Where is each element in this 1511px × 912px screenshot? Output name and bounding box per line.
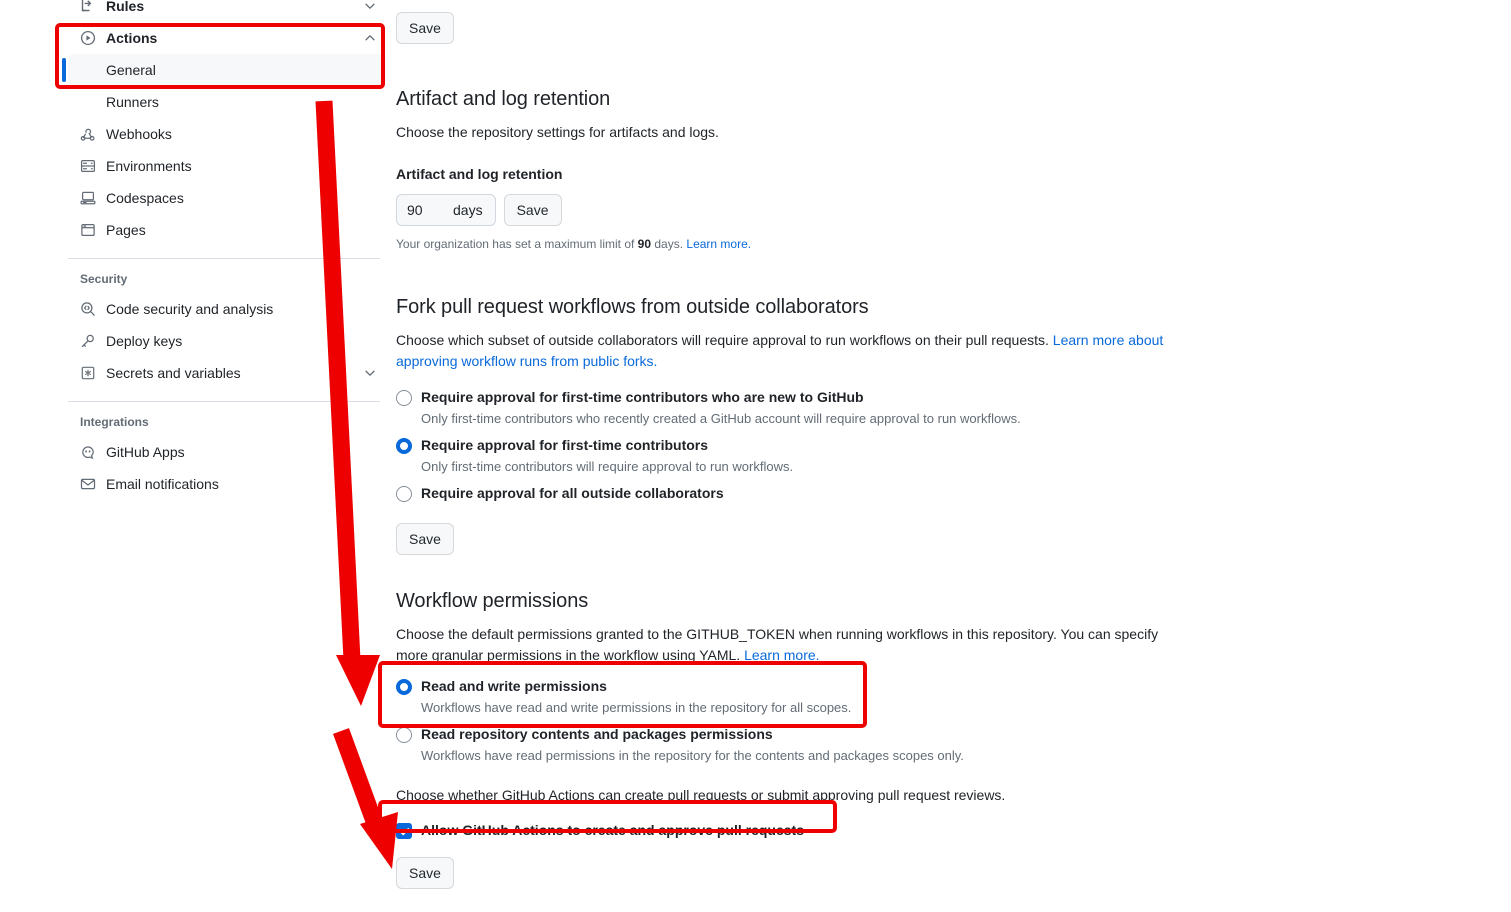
sidebar-item-pages[interactable]: Pages [68,214,386,246]
checkbox-input[interactable] [396,822,412,839]
artifact-retention-unit-label: days [453,202,483,218]
artifact-retention-input-group[interactable]: days [396,194,496,226]
sidebar-item-label: Email notifications [106,476,219,492]
section-description-fork-pr-workflows: Choose which subset of outside collabora… [396,330,1166,372]
radio-option-first-time-contributors[interactable]: Require approval for first-time contribu… [396,435,1186,456]
sidebar-item-github-apps[interactable]: GitHub Apps [68,436,386,468]
sidebar-item-label: Rules [106,0,145,14]
save-button-artifact-retention[interactable]: Save [503,194,562,226]
hint-prefix: Your organization has set a maximum limi… [396,237,638,251]
browser-icon [80,222,96,238]
sidebar-item-actions[interactable]: Actions [68,22,386,54]
radio-label: Require approval for first-time contribu… [421,437,709,453]
sidebar-item-label: Webhooks [106,126,172,142]
checkbox-allow-actions-create-approve-pr[interactable]: Allow GitHub Actions to create and appro… [396,820,1186,841]
workflow-permissions-learn-more-link[interactable]: Learn more. [744,647,819,663]
radio-button[interactable] [396,438,412,454]
codescan-icon [80,301,96,317]
sidebar-divider-security [68,258,380,259]
hint-suffix: days. [651,237,687,251]
artifact-retention-days-input[interactable] [397,195,453,225]
play-circle-icon [80,30,96,46]
sidebar-item-codespaces[interactable]: Codespaces [68,182,386,214]
sidebar-item-label: Secrets and variables [106,365,241,381]
sidebar-item-label: Codespaces [106,190,184,206]
artifact-retention-field-label: Artifact and log retention [396,166,563,182]
radio-sub-description: Only first-time contributors will requir… [421,459,794,474]
apps-icon [80,444,96,460]
sidebar-item-label: GitHub Apps [106,444,185,460]
artifact-retention-hint: Your organization has set a maximum limi… [396,235,1186,253]
radio-label: Read and write permissions [421,678,607,694]
mail-icon [80,476,96,492]
sidebar-item-code-security-and-analysis[interactable]: Code security and analysis [68,293,386,325]
rules-icon [80,0,96,14]
save-button-top[interactable]: Save [396,12,454,44]
checkbox-label: Allow GitHub Actions to create and appro… [421,822,804,838]
radio-label: Read repository contents and packages pe… [421,726,773,742]
radio-button[interactable] [396,486,412,502]
key-icon [80,333,96,349]
save-button-fork-pr-workflows[interactable]: Save [396,523,454,555]
pr-permissions-description: Choose whether GitHub Actions can create… [396,787,1006,803]
radio-sub-description: Workflows have read permissions in the r… [421,748,964,763]
fork-pull-request-workflows-section: Fork pull request workflows from outside… [396,292,1186,555]
sidebar-group-title-security: Security [80,272,128,286]
section-title-workflow-permissions: Workflow permissions [396,590,589,612]
chevron-up-icon [362,30,378,46]
section-description-artifact-retention: Choose the repository settings for artif… [396,124,719,140]
page-root: Rules Actions General Runners Webhooks E… [0,0,1511,912]
sidebar-item-label: Code security and analysis [106,301,274,317]
workflow-permissions-section: Workflow permissions Choose the default … [396,586,1186,889]
sidebar-divider-integrations [68,401,380,402]
codespaces-icon [80,190,96,206]
radio-option-first-time-new-to-github[interactable]: Require approval for first-time contribu… [396,387,1186,408]
chevron-down-icon [362,0,378,14]
radio-button[interactable] [396,679,412,695]
sidebar-item-email-notifications[interactable]: Email notifications [68,468,386,500]
sidebar-item-webhooks[interactable]: Webhooks [68,118,386,150]
sidebar-item-environments[interactable]: Environments [68,150,386,182]
sidebar-item-label: Environments [106,158,192,174]
section-title-artifact-retention: Artifact and log retention [396,88,611,110]
artifact-retention-learn-more-link[interactable]: Learn more. [686,237,751,251]
radio-label: Require approval for first-time contribu… [421,389,864,405]
radio-option-read-contents-and-packages[interactable]: Read repository contents and packages pe… [396,724,1186,745]
asterisk-key-icon [80,365,96,381]
sidebar-item-actions-general[interactable]: General [62,54,386,86]
section-description-workflow-permissions: Choose the default permissions granted t… [396,624,1166,666]
sidebar-group-title-integrations: Integrations [80,415,149,429]
settings-sidebar: Rules Actions General Runners Webhooks E… [62,0,386,500]
sidebar-item-rules[interactable]: Rules [68,0,386,22]
sidebar-item-secrets-and-variables[interactable]: Secrets and variables [68,357,386,389]
save-button-workflow-permissions[interactable]: Save [396,857,454,889]
radio-button[interactable] [396,390,412,406]
chevron-down-icon [362,365,378,381]
sidebar-item-label: Pages [106,222,146,238]
radio-button[interactable] [396,727,412,743]
artifact-and-log-retention-section: Artifact and log retention Choose the re… [396,84,1186,253]
sidebar-item-label: Actions [106,30,158,46]
sidebar-subitem-label: Runners [106,94,159,110]
fork-description-text: Choose which subset of outside collabora… [396,332,1053,348]
webhook-icon [80,126,96,142]
server-icon [80,158,96,174]
radio-option-all-outside-collaborators[interactable]: Require approval for all outside collabo… [396,483,1186,504]
section-title-fork-pr-workflows: Fork pull request workflows from outside… [396,296,869,318]
radio-label: Require approval for all outside collabo… [421,485,724,501]
radio-option-read-and-write-permissions[interactable]: Read and write permissions [396,676,1186,697]
hint-max-value: 90 [637,237,652,251]
sidebar-item-deploy-keys[interactable]: Deploy keys [68,325,386,357]
sidebar-item-actions-runners[interactable]: Runners [68,86,386,118]
sidebar-item-label: Deploy keys [106,333,183,349]
radio-sub-description: Workflows have read and write permission… [421,700,852,715]
radio-sub-description: Only first-time contributors who recentl… [421,411,1021,426]
arrow-to-save-button [333,728,398,869]
sidebar-subitem-label: General [106,62,156,78]
